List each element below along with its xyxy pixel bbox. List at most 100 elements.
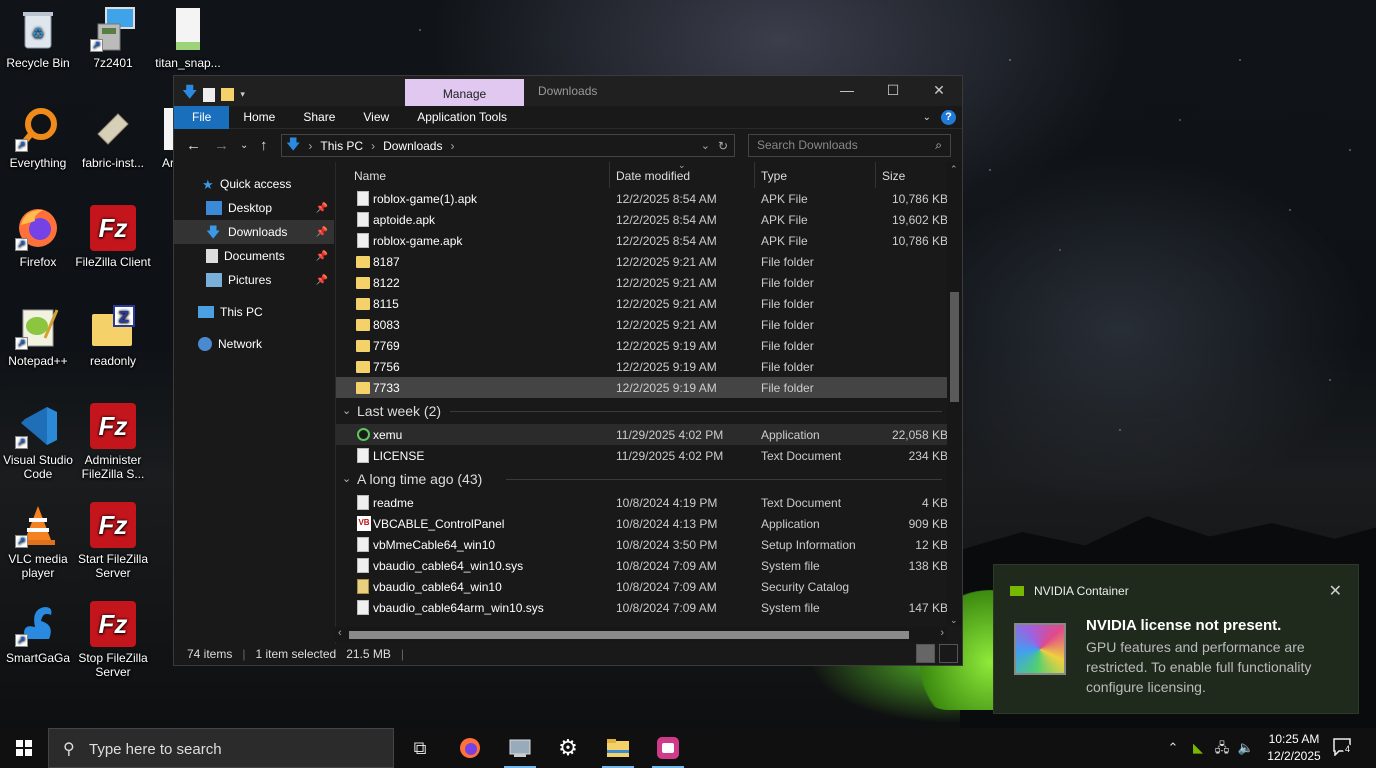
horizontal-scrollbar[interactable]: ‹ › xyxy=(335,627,947,642)
file-row[interactable]: LICENSE 11/29/2025 4:02 PM Text Document 23… xyxy=(336,445,962,466)
address-dropdown-icon[interactable]: ⌄ xyxy=(701,139,710,152)
scroll-left-icon[interactable]: ‹ xyxy=(338,627,342,639)
taskbar-file-explorer-icon[interactable] xyxy=(594,728,642,768)
nav-quick-access[interactable]: ★ Quick access xyxy=(174,172,334,196)
horizontal-scroll-thumb[interactable] xyxy=(349,631,909,639)
show-hidden-icons-chevron-icon[interactable]: ⌃ xyxy=(1164,728,1182,768)
file-row[interactable]: roblox-game(1).apk 12/2/2025 8:54 AM APK F… xyxy=(336,188,962,209)
action-center-icon[interactable]: 4 xyxy=(1333,738,1353,757)
desktop-icon-fabric-installer[interactable]: fabric-inst... xyxy=(75,106,151,170)
tab-file[interactable]: File xyxy=(174,105,230,129)
desktop-icon-vscode[interactable]: ↗ Visual Studio Code xyxy=(0,403,76,481)
volume-tray-icon[interactable]: 🔈 xyxy=(1236,728,1256,768)
file-row[interactable]: vbaudio_cable64arm_win10.sys 10/8/2024 7:… xyxy=(336,597,962,618)
desktop-icon-everything[interactable]: ↗ Everything xyxy=(0,106,76,170)
column-size[interactable]: Size xyxy=(882,169,905,183)
desktop-icon-smartgaga[interactable]: ↗ SmartGaGa xyxy=(0,601,76,665)
nav-network[interactable]: Network xyxy=(174,332,334,356)
minimize-button[interactable]: — xyxy=(824,76,870,106)
desktop-icon-stop-filezilla-server[interactable]: Fz Stop FileZilla Server xyxy=(75,601,151,679)
desktop-icon-filezilla-client[interactable]: Fz FileZilla Client xyxy=(75,205,151,269)
taskbar-settings-icon[interactable]: ⚙ xyxy=(544,728,592,768)
desktop-icon-readonly[interactable]: Z readonly xyxy=(75,304,151,368)
group-long-time-ago[interactable]: ⌄ A long time ago (43) xyxy=(336,466,962,492)
file-row[interactable]: xemu 11/29/2025 4:02 PM Application 22,058 … xyxy=(336,424,962,445)
manage-contextual-tab[interactable]: Manage xyxy=(405,79,524,106)
back-arrow-icon[interactable]: ← xyxy=(186,137,201,154)
tab-view[interactable]: View xyxy=(349,106,403,129)
desktop-icon-notepad-plus-plus[interactable]: ↗ Notepad++ xyxy=(0,304,76,368)
tab-share[interactable]: Share xyxy=(289,106,349,129)
taskbar-vm-icon[interactable] xyxy=(496,728,544,768)
pin-icon[interactable]: 📌 xyxy=(316,227,328,238)
up-arrow-icon[interactable]: ↑ xyxy=(260,137,268,154)
recent-locations-chevron-icon[interactable]: ⌄ xyxy=(240,140,248,151)
file-row[interactable]: 8083 12/2/2025 9:21 AM File folder xyxy=(336,314,962,335)
pin-icon[interactable]: 📌 xyxy=(316,251,328,262)
file-row[interactable]: roblox-game.apk 12/2/2025 8:54 AM APK File… xyxy=(336,230,962,251)
column-type[interactable]: Type xyxy=(761,169,787,183)
file-row[interactable]: vbaudio_cable64_win10.sys 10/8/2024 7:09 … xyxy=(336,555,962,576)
refresh-icon[interactable]: ↻ xyxy=(718,139,728,153)
scroll-right-icon[interactable]: › xyxy=(940,627,944,639)
start-button[interactable] xyxy=(0,728,48,768)
pin-icon[interactable]: 📌 xyxy=(316,275,328,286)
breadcrumb-downloads[interactable]: Downloads xyxy=(383,139,442,153)
desktop-icon-firefox[interactable]: ↗ Firefox xyxy=(0,205,76,269)
desktop-icon-administer-filezilla[interactable]: Fz Administer FileZilla S... xyxy=(75,403,151,481)
taskbar-app-icon[interactable] xyxy=(644,728,692,768)
expand-ribbon-icon[interactable]: ⌄ xyxy=(923,112,931,123)
new-folder-icon[interactable] xyxy=(221,88,235,101)
vertical-scroll-thumb[interactable] xyxy=(950,292,959,402)
desktop-icon-start-filezilla-server[interactable]: Fz Start FileZilla Server xyxy=(75,502,151,580)
task-view-icon[interactable]: ⧉ xyxy=(396,728,444,768)
column-date-modified[interactable]: Date modified xyxy=(616,169,690,183)
nvidia-notification[interactable]: NVIDIA Container ✕ NVIDIA license not pr… xyxy=(993,564,1359,714)
qat-dropdown-icon[interactable]: ▾ xyxy=(240,89,245,100)
scroll-up-icon[interactable]: ⌃ xyxy=(950,164,958,175)
desktop-icon-titan-snap[interactable]: titan_snap... xyxy=(150,6,226,70)
file-row[interactable]: vbMmeCable64_win10 10/8/2024 3:50 PM Setup… xyxy=(336,534,962,555)
properties-icon[interactable] xyxy=(203,87,216,102)
taskbar-search-box[interactable]: ⚲ Type here to search xyxy=(48,728,394,768)
help-icon[interactable]: ? xyxy=(941,110,956,125)
details-view-button[interactable] xyxy=(916,644,935,663)
file-row[interactable]: aptoide.apk 12/2/2025 8:54 AM APK File 19,6… xyxy=(336,209,962,230)
nav-this-pc[interactable]: This PC xyxy=(174,300,334,324)
desktop-icon-partial[interactable]: Ar xyxy=(150,106,174,170)
nav-downloads[interactable]: 🡇 Downloads 📌 xyxy=(174,220,334,244)
desktop-icon-7z2401[interactable]: ↗ 7z2401 xyxy=(75,6,151,70)
file-row[interactable]: readme 10/8/2024 4:19 PM Text Document 4 KB xyxy=(336,492,962,513)
vertical-scrollbar[interactable]: ⌃ ⌄ xyxy=(947,162,962,626)
file-row[interactable]: 7769 12/2/2025 9:19 AM File folder xyxy=(336,335,962,356)
maximize-button[interactable]: ☐ xyxy=(870,76,916,106)
pin-icon[interactable]: 📌 xyxy=(316,203,328,214)
search-input[interactable]: Search Downloads ⌕ xyxy=(748,134,951,157)
nav-pictures[interactable]: Pictures 📌 xyxy=(174,268,334,292)
notification-close-icon[interactable]: ✕ xyxy=(1329,581,1342,601)
scroll-down-icon[interactable]: ⌄ xyxy=(950,615,958,626)
nvidia-tray-icon[interactable]: ◣ xyxy=(1188,728,1208,768)
file-row[interactable]: 8122 12/2/2025 9:21 AM File folder xyxy=(336,272,962,293)
address-bar[interactable]: 🡇 › This PC › Downloads › ⌄ ↻ xyxy=(281,134,735,157)
file-row[interactable]: 7733 12/2/2025 9:19 AM File folder xyxy=(336,377,962,398)
taskbar-clock[interactable]: 10:25 AM 12/2/2025 xyxy=(1262,731,1326,765)
file-row[interactable]: 8115 12/2/2025 9:21 AM File folder xyxy=(336,293,962,314)
close-button[interactable]: ✕ xyxy=(916,76,962,106)
group-last-week[interactable]: ⌄ Last week (2) xyxy=(336,398,962,424)
forward-arrow-icon[interactable]: → xyxy=(214,137,229,154)
nav-desktop[interactable]: Desktop 📌 xyxy=(174,196,334,220)
file-row[interactable]: 8187 12/2/2025 9:21 AM File folder xyxy=(336,251,962,272)
file-row[interactable]: vbaudio_cable64_win10 10/8/2024 7:09 AM Se… xyxy=(336,576,962,597)
desktop-icon-recycle-bin[interactable]: ♻ Recycle Bin xyxy=(0,6,76,70)
breadcrumb-this-pc[interactable]: This PC xyxy=(320,139,363,153)
nav-documents[interactable]: Documents 📌 xyxy=(174,244,334,268)
large-icons-view-button[interactable] xyxy=(939,644,958,663)
desktop-icon-vlc[interactable]: ↗ VLC media player xyxy=(0,502,76,580)
tab-home[interactable]: Home xyxy=(229,106,289,129)
tab-application-tools[interactable]: Application Tools xyxy=(403,106,521,129)
file-row[interactable]: VB VBCABLE_ControlPanel 10/8/2024 4:13 PM A… xyxy=(336,513,962,534)
file-row[interactable]: 7756 12/2/2025 9:19 AM File folder xyxy=(336,356,962,377)
taskbar-firefox-icon[interactable] xyxy=(446,728,494,768)
network-tray-icon[interactable]: 🖧 xyxy=(1212,728,1232,768)
